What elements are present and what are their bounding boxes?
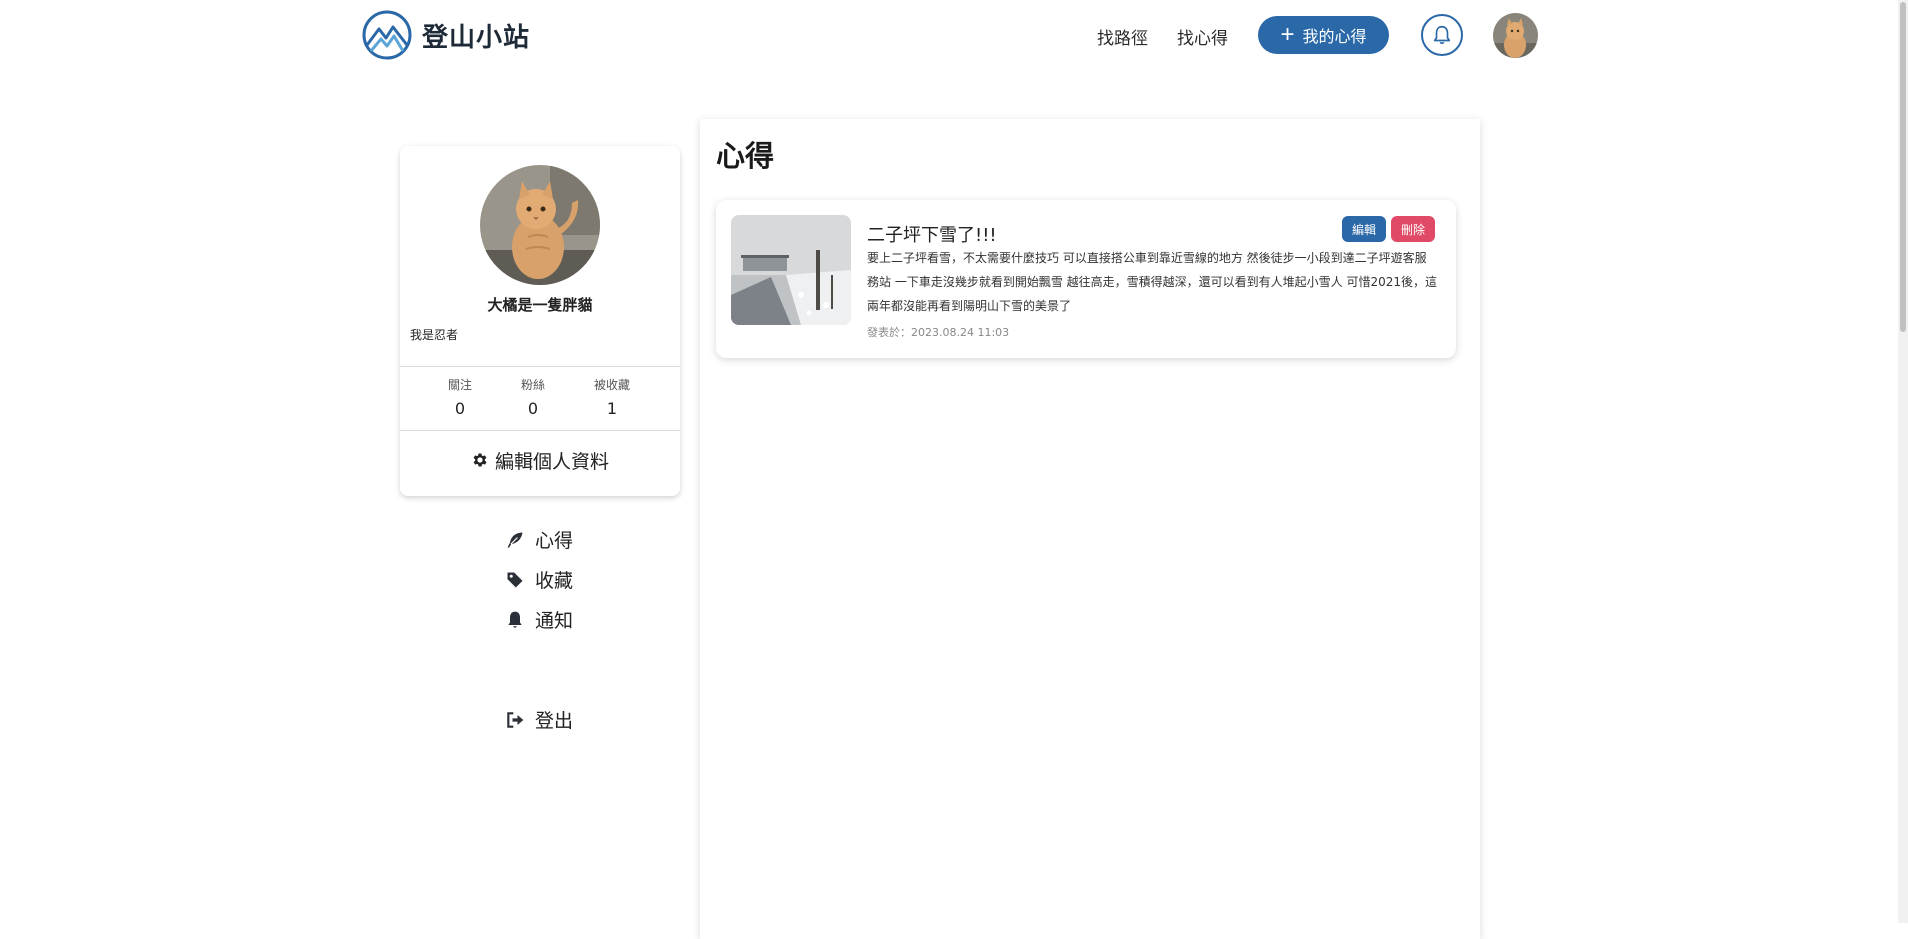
bell-icon (1433, 25, 1451, 45)
plus-icon: + (1280, 21, 1295, 48)
side-menu-notifications[interactable]: 通知 (505, 606, 573, 633)
stat-value: 1 (606, 399, 618, 418)
logout-button[interactable]: 登出 (505, 706, 573, 733)
edit-post-button[interactable]: 編輯 (1342, 216, 1386, 242)
edit-profile-button[interactable]: 編輯個人資料 (400, 436, 680, 484)
profile-name: 大橘是一隻胖貓 (487, 296, 593, 314)
stat-value: 0 (527, 399, 539, 418)
feather-icon (507, 532, 523, 547)
post-thumbnail[interactable] (731, 215, 851, 325)
profile-bio: 我是忍者 (410, 328, 459, 342)
my-experience-button[interactable]: + 我的心得 (1258, 16, 1389, 54)
side-menu-experience[interactable]: 心得 (505, 526, 573, 553)
stat-label: 關注 (447, 378, 472, 392)
profile-card: 大橘是一隻胖貓 我是忍者 關注 0 粉絲 0 被收藏 1 編輯個人資料 (400, 146, 680, 496)
user-avatar[interactable] (1493, 13, 1538, 58)
divider (400, 430, 680, 431)
stat-following[interactable]: 關注 0 (430, 376, 490, 418)
edit-profile-label: 編輯個人資料 (494, 450, 609, 473)
delete-post-button[interactable]: 刪除 (1391, 216, 1435, 242)
post-card[interactable]: 二子坪下雪了!!! 要上二子坪看雪，不太需要什麼技巧 可以直接搭公車到靠近雪線的… (716, 200, 1456, 358)
gear-icon (473, 453, 487, 467)
post-body: 要上二子坪看雪，不太需要什麼技巧 可以直接搭公車到靠近雪線的地方 然後徒步一小段… (867, 251, 1437, 313)
notification-button[interactable] (1421, 14, 1463, 56)
stat-followers[interactable]: 粉絲 0 (503, 376, 563, 418)
post-date: 發表於：2023.08.24 11:03 (867, 326, 1010, 339)
nav-find-experience[interactable]: 找心得 (1177, 24, 1228, 49)
side-menu-bookmarks[interactable]: 收藏 (505, 566, 573, 593)
tag-icon (507, 572, 523, 587)
side-menu-label: 心得 (535, 530, 574, 552)
side-menu-label: 通知 (535, 610, 574, 632)
site-logo[interactable]: 登山小站 (361, 9, 530, 61)
nav-find-trail[interactable]: 找路徑 (1097, 24, 1148, 49)
my-experience-label: 我的心得 (1302, 29, 1367, 46)
stat-label: 粉絲 (520, 378, 545, 392)
stat-bookmarked[interactable]: 被收藏 1 (582, 376, 642, 418)
cat-photo-image (480, 165, 600, 285)
logout-label: 登出 (535, 710, 574, 732)
side-menu-label: 收藏 (535, 570, 574, 592)
post-title[interactable]: 二子坪下雪了!!! (867, 221, 997, 247)
cat-avatar-image (1493, 13, 1538, 58)
site-name: 登山小站 (422, 22, 531, 53)
main-panel: 心得 二子坪下雪了!!! 要上二子坪看雪，不太需要什麼技巧 可以直接搭公車到靠近… (700, 119, 1480, 939)
top-navbar: 登山小站 找路徑 找心得 + 我的心得 (0, 0, 1908, 72)
scrollbar-thumb[interactable] (1900, 2, 1906, 332)
mountain-logo-icon (362, 10, 412, 60)
page-title: 心得 (716, 139, 775, 173)
snow-scene-image (731, 215, 851, 325)
logout-icon (507, 711, 524, 728)
stat-label: 被收藏 (593, 378, 630, 392)
divider (400, 366, 680, 367)
stat-value: 0 (454, 399, 466, 418)
bell-icon (508, 611, 522, 628)
profile-avatar (480, 165, 600, 285)
